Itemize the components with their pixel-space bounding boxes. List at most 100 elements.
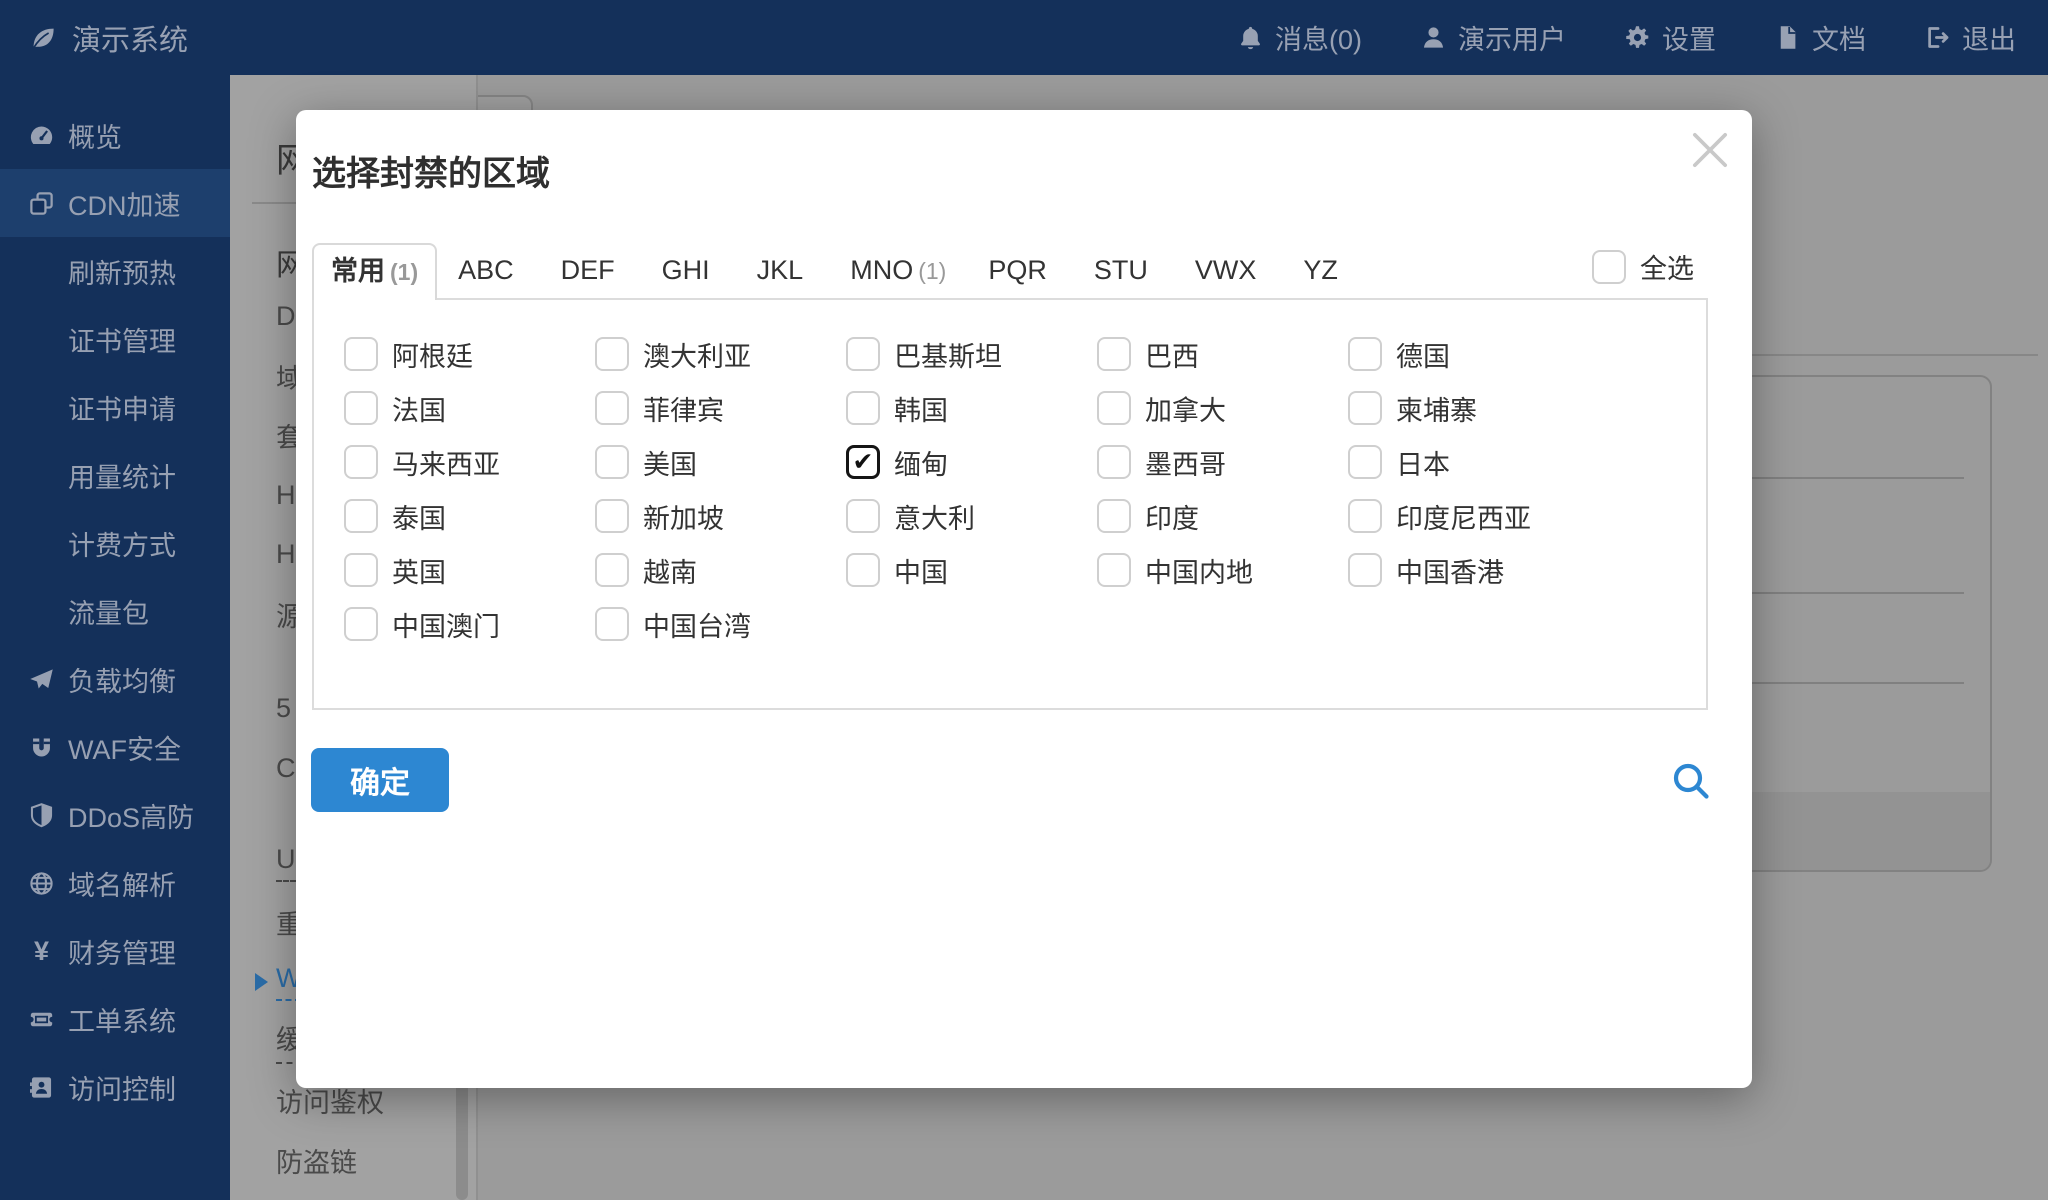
country-checkbox[interactable]: ✔ bbox=[1348, 499, 1382, 533]
country-item[interactable]: ✔ 新加坡 bbox=[595, 489, 846, 543]
country-checkbox[interactable]: ✔ bbox=[344, 337, 378, 371]
country-checkbox[interactable]: ✔ bbox=[595, 499, 629, 533]
sidebar-item[interactable]: 流量包 bbox=[0, 577, 230, 645]
country-checkbox[interactable]: ✔ bbox=[344, 499, 378, 533]
country-item[interactable]: ✔ 加拿大 bbox=[1097, 381, 1348, 435]
sidebar-item[interactable]: 负载均衡 bbox=[0, 645, 230, 713]
close-button[interactable] bbox=[1684, 124, 1736, 176]
country-item[interactable]: ✔ 英国 bbox=[344, 543, 595, 597]
country-item[interactable]: ✔ 法国 bbox=[344, 381, 595, 435]
country-item[interactable]: ✔ 美国 bbox=[595, 435, 846, 489]
country-item[interactable]: ✔ 菲律宾 bbox=[595, 381, 846, 435]
country-checkbox[interactable]: ✔ bbox=[595, 337, 629, 371]
country-checkbox[interactable]: ✔ bbox=[344, 553, 378, 587]
select-all-checkbox[interactable] bbox=[1592, 250, 1626, 284]
country-label: 巴西 bbox=[1145, 335, 1199, 374]
country-checkbox[interactable]: ✔ bbox=[1348, 337, 1382, 371]
sidebar-item[interactable]: 工单系统 bbox=[0, 985, 230, 1053]
country-item[interactable]: ✔ 印度 bbox=[1097, 489, 1348, 543]
country-item[interactable]: ✔ 日本 bbox=[1348, 435, 1599, 489]
country-item[interactable]: ✔ 缅甸 bbox=[846, 435, 1097, 489]
country-checkbox[interactable]: ✔ bbox=[846, 553, 880, 587]
region-tab[interactable]: VWX bbox=[1174, 243, 1283, 298]
country-checkbox[interactable]: ✔ bbox=[1097, 391, 1131, 425]
sidebar-item[interactable]: CDN加速 bbox=[0, 169, 230, 237]
topbar-item[interactable]: 设置 bbox=[1624, 18, 1716, 57]
country-item[interactable]: ✔ 中国香港 bbox=[1348, 543, 1599, 597]
country-item[interactable]: ✔ 中国澳门 bbox=[344, 597, 595, 651]
country-checkbox[interactable]: ✔ bbox=[595, 391, 629, 425]
country-checkbox[interactable]: ✔ bbox=[846, 445, 880, 479]
region-tab[interactable]: ABC bbox=[437, 243, 540, 298]
sidebar-item[interactable]: 证书申请 bbox=[0, 373, 230, 441]
country-checkbox[interactable]: ✔ bbox=[1348, 391, 1382, 425]
region-tab[interactable]: JKL bbox=[736, 243, 830, 298]
sidebar-item[interactable]: 用量统计 bbox=[0, 441, 230, 509]
sidebar-item[interactable]: 刷新预热 bbox=[0, 237, 230, 305]
region-tab[interactable]: MNO(1) bbox=[829, 243, 967, 298]
topbar-item[interactable]: 演示用户 bbox=[1420, 18, 1566, 57]
region-tab[interactable]: 常用(1) bbox=[312, 243, 437, 300]
country-checkbox[interactable]: ✔ bbox=[846, 337, 880, 371]
country-checkbox[interactable]: ✔ bbox=[1097, 445, 1131, 479]
sidebar-item[interactable]: 域名解析 bbox=[0, 849, 230, 917]
country-checkbox[interactable]: ✔ bbox=[846, 499, 880, 533]
region-tab[interactable]: PQR bbox=[967, 243, 1073, 298]
country-item[interactable]: ✔ 马来西亚 bbox=[344, 435, 595, 489]
country-item[interactable]: ✔ 中国台湾 bbox=[595, 597, 846, 651]
country-checkbox[interactable]: ✔ bbox=[344, 391, 378, 425]
country-checkbox[interactable]: ✔ bbox=[1097, 337, 1131, 371]
sidebar-item[interactable]: WAF安全 bbox=[0, 713, 230, 781]
region-tab[interactable]: DEF bbox=[540, 243, 641, 298]
scrollbar-thumb[interactable] bbox=[456, 1075, 468, 1200]
country-item[interactable]: ✔ 中国内地 bbox=[1097, 543, 1348, 597]
brand[interactable]: 演示系统 bbox=[0, 17, 188, 59]
topbar-item[interactable]: 文档 bbox=[1774, 18, 1866, 57]
topbar-item[interactable]: 退出 bbox=[1924, 18, 2016, 57]
confirm-button[interactable]: 确定 bbox=[311, 748, 449, 812]
country-item[interactable]: ✔ 巴基斯坦 bbox=[846, 327, 1097, 381]
sidebar-item[interactable]: 计费方式 bbox=[0, 509, 230, 577]
id-card-icon bbox=[28, 1074, 55, 1101]
country-checkbox[interactable]: ✔ bbox=[1348, 553, 1382, 587]
country-item[interactable]: ✔ 越南 bbox=[595, 543, 846, 597]
country-item[interactable]: ✔ 墨西哥 bbox=[1097, 435, 1348, 489]
region-tab[interactable]: GHI bbox=[641, 243, 736, 298]
country-item[interactable]: ✔ 意大利 bbox=[846, 489, 1097, 543]
sidebar-item-label: WAF安全 bbox=[68, 728, 181, 767]
sidebar-item[interactable]: 证书管理 bbox=[0, 305, 230, 373]
sidebar-item-label: 用量统计 bbox=[68, 456, 176, 495]
country-checkbox[interactable]: ✔ bbox=[344, 445, 378, 479]
country-item[interactable]: ✔ 韩国 bbox=[846, 381, 1097, 435]
sidebar-item[interactable]: ¥ 财务管理 bbox=[0, 917, 230, 985]
region-tab[interactable]: STU bbox=[1073, 243, 1174, 298]
sidebar-item[interactable]: 访问控制 bbox=[0, 1053, 230, 1121]
select-all[interactable]: 全选 bbox=[1592, 247, 1694, 286]
country-checkbox[interactable]: ✔ bbox=[595, 553, 629, 587]
sidebar-item[interactable]: DDoS高防 bbox=[0, 781, 230, 849]
subnav-item[interactable]: 防盗链 bbox=[230, 1131, 476, 1191]
country-item[interactable]: ✔ 中国 bbox=[846, 543, 1097, 597]
country-item[interactable]: ✔ 巴西 bbox=[1097, 327, 1348, 381]
region-tab[interactable]: YZ bbox=[1282, 243, 1364, 298]
country-checkbox[interactable]: ✔ bbox=[595, 445, 629, 479]
country-checkbox[interactable]: ✔ bbox=[1348, 445, 1382, 479]
country-checkbox[interactable]: ✔ bbox=[595, 607, 629, 641]
country-item[interactable]: ✔ 印度尼西亚 bbox=[1348, 489, 1599, 543]
check-icon: ✔ bbox=[853, 448, 874, 476]
sidebar-item[interactable]: 概览 bbox=[0, 101, 230, 169]
country-checkbox[interactable]: ✔ bbox=[1097, 553, 1131, 587]
country-item[interactable]: ✔ 澳大利亚 bbox=[595, 327, 846, 381]
search-button[interactable] bbox=[1668, 758, 1714, 804]
country-checkbox[interactable]: ✔ bbox=[344, 607, 378, 641]
country-item[interactable]: ✔ 德国 bbox=[1348, 327, 1599, 381]
country-item[interactable]: ✔ 柬埔寨 bbox=[1348, 381, 1599, 435]
country-item[interactable]: ✔ 泰国 bbox=[344, 489, 595, 543]
country-checkbox[interactable]: ✔ bbox=[1097, 499, 1131, 533]
topbar-item[interactable]: 消息(0) bbox=[1237, 18, 1362, 57]
country-checkbox[interactable]: ✔ bbox=[846, 391, 880, 425]
topbar-item-label: 文档 bbox=[1812, 18, 1866, 57]
gear-icon bbox=[1624, 24, 1651, 51]
country-grid: ✔ 阿根廷 ✔ 澳大利亚 ✔ 巴基斯坦 ✔ 巴 bbox=[314, 300, 1706, 651]
country-item[interactable]: ✔ 阿根廷 bbox=[344, 327, 595, 381]
